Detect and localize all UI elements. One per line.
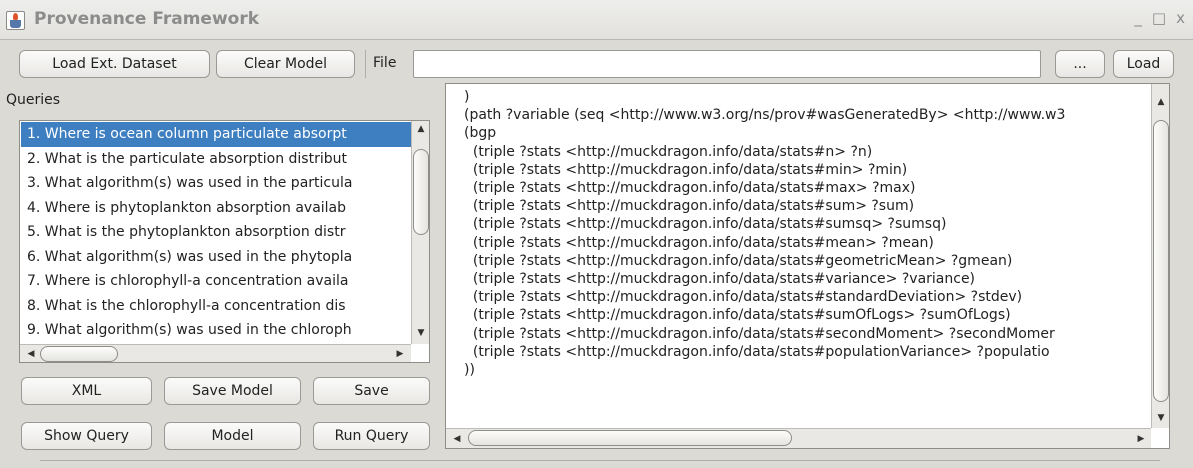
- query-text-line: (triple ?stats <http://muckdragon.info/d…: [464, 289, 1023, 306]
- query-list-item[interactable]: 4. Where is phytoplankton absorption ava…: [21, 196, 412, 221]
- text-horizontal-scrollbar[interactable]: ◀ ▶: [446, 428, 1151, 448]
- query-text-line: )): [464, 362, 475, 379]
- text-scroll-up-arrow-icon[interactable]: ▲: [1152, 98, 1169, 107]
- query-list-item[interactable]: 8. What is the chlorophyll-a concentrati…: [21, 294, 412, 319]
- queries-list-items: 1. Where is ocean column particulate abs…: [21, 122, 412, 344]
- load-button[interactable]: Load: [1113, 50, 1174, 78]
- query-list-item[interactable]: 9. What algorithm(s) was used in the chl…: [21, 318, 412, 343]
- save-model-button[interactable]: Save Model: [164, 377, 301, 405]
- toolbar-separator: [365, 50, 366, 78]
- query-list-item[interactable]: 2. What is the particulate absorption di…: [21, 147, 412, 172]
- query-text-line: (triple ?stats <http://muckdragon.info/d…: [464, 271, 976, 288]
- clear-model-button[interactable]: Clear Model: [216, 50, 355, 78]
- scroll-left-arrow-icon[interactable]: ◀: [22, 350, 40, 359]
- query-text-line: (triple ?stats <http://muckdragon.info/d…: [464, 343, 1050, 360]
- scroll-up-arrow-icon[interactable]: ▲: [412, 125, 429, 134]
- query-text-line: (triple ?stats <http://muckdragon.info/d…: [464, 325, 1055, 342]
- query-list-item[interactable]: 7. Where is chlorophyll-a concentration …: [21, 269, 412, 294]
- query-list-item[interactable]: 5. What is the phytoplankton absorption …: [21, 220, 412, 245]
- save-button[interactable]: Save: [313, 377, 430, 405]
- query-text-line: (triple ?stats <http://muckdragon.info/d…: [464, 198, 915, 215]
- model-button[interactable]: Model: [164, 422, 301, 450]
- java-app-icon: [6, 11, 25, 30]
- queries-horizontal-scroll-thumb[interactable]: [40, 346, 118, 362]
- text-scroll-down-arrow-icon[interactable]: ▼: [1152, 414, 1169, 423]
- query-text-line: (triple ?stats <http://muckdragon.info/d…: [464, 180, 916, 197]
- maximize-icon[interactable]: □: [1152, 9, 1166, 27]
- queries-label: Queries: [6, 92, 61, 108]
- title-bar: Provenance Framework _ □ x: [0, 0, 1193, 40]
- query-text-line: (triple ?stats <http://muckdragon.info/d…: [464, 143, 873, 160]
- text-vertical-scrollbar[interactable]: ▲ ▼: [1151, 84, 1169, 428]
- queries-list[interactable]: 1. Where is ocean column particulate abs…: [19, 120, 430, 363]
- text-scroll-right-arrow-icon[interactable]: ▶: [1132, 435, 1150, 444]
- window-title: Provenance Framework: [34, 9, 260, 29]
- query-list-item[interactable]: 6. What algorithm(s) was used in the phy…: [21, 245, 412, 270]
- window-controls: _ □ x: [1134, 9, 1185, 27]
- query-text-area[interactable]: ) (path ?variable (seq <http://www.w3.org…: [445, 83, 1170, 449]
- minimize-icon[interactable]: _: [1134, 9, 1142, 27]
- run-query-button[interactable]: Run Query: [313, 422, 430, 450]
- load-ext-dataset-button[interactable]: Load Ext. Dataset: [19, 50, 210, 78]
- query-text-line: (triple ?stats <http://muckdragon.info/d…: [464, 234, 934, 251]
- browse-button[interactable]: ...: [1055, 50, 1105, 78]
- file-label: File: [373, 55, 397, 71]
- xml-button[interactable]: XML: [21, 377, 152, 405]
- query-text-line: (triple ?stats <http://muckdragon.info/d…: [464, 161, 908, 178]
- text-scroll-left-arrow-icon[interactable]: ◀: [448, 435, 466, 444]
- query-text-line: (triple ?stats <http://muckdragon.info/d…: [464, 252, 1013, 269]
- text-horizontal-scroll-thumb[interactable]: [468, 430, 792, 446]
- query-text-line: (path ?variable (seq <http://www.w3.org/…: [464, 107, 1066, 124]
- text-vertical-scroll-thumb[interactable]: [1153, 120, 1169, 402]
- close-icon[interactable]: x: [1176, 9, 1185, 27]
- query-list-item[interactable]: 3. What algorithm(s) was used in the par…: [21, 171, 412, 196]
- file-path-input[interactable]: [413, 50, 1041, 78]
- queries-horizontal-scrollbar[interactable]: ◀ ▶: [20, 344, 411, 362]
- query-list-item[interactable]: 1. Where is ocean column particulate abs…: [21, 122, 412, 147]
- query-text-line: (triple ?stats <http://muckdragon.info/d…: [464, 307, 1011, 324]
- query-text-line: (bgp: [464, 125, 497, 142]
- queries-vertical-scrollbar[interactable]: ▲ ▼: [411, 121, 429, 344]
- show-query-button[interactable]: Show Query: [21, 422, 152, 450]
- query-text-content[interactable]: ) (path ?variable (seq <http://www.w3.org…: [464, 88, 1156, 426]
- query-text-line: (triple ?stats <http://muckdragon.info/d…: [464, 216, 947, 233]
- bottom-divider: [40, 460, 1160, 461]
- scroll-right-arrow-icon[interactable]: ▶: [391, 350, 409, 359]
- query-text-line: ): [464, 89, 470, 105]
- scroll-down-arrow-icon[interactable]: ▼: [412, 329, 429, 338]
- queries-vertical-scroll-thumb[interactable]: [413, 149, 429, 235]
